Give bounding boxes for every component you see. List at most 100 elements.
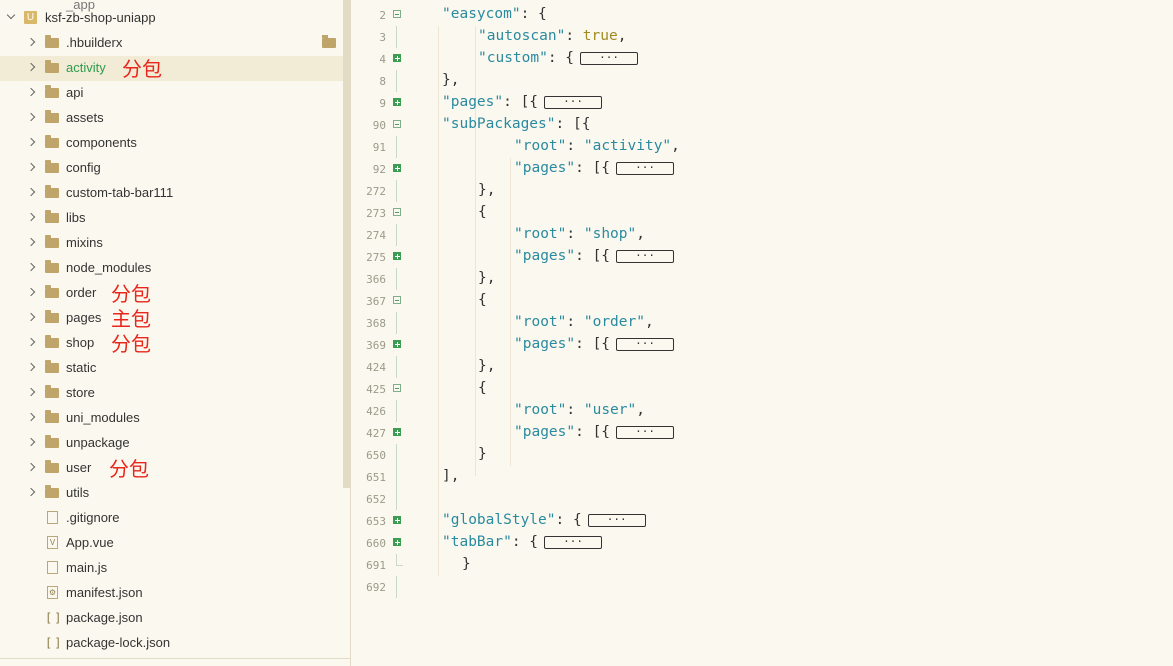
folded-code-button[interactable]: ··· — [544, 536, 603, 549]
folder-item-uni-modules[interactable]: uni_modules — [0, 406, 343, 431]
fold-expand-icon[interactable] — [393, 340, 401, 348]
tree-item-label: .gitignore — [66, 510, 120, 525]
fold-expand-icon[interactable] — [393, 516, 401, 524]
fold-expand-icon[interactable] — [393, 54, 401, 62]
file-item-app-vue[interactable]: V App.vue — [0, 531, 343, 556]
code-line[interactable]: 427 "pages": [{··· — [351, 422, 1173, 444]
explorer-scrollbar[interactable] — [343, 0, 350, 488]
code-line[interactable]: 691} — [351, 554, 1173, 576]
file-item-gitignore[interactable]: .gitignore — [0, 506, 343, 531]
code-line[interactable]: 650} — [351, 444, 1173, 466]
folded-code-button[interactable]: ··· — [616, 426, 675, 439]
code-line[interactable]: 275 "pages": [{··· — [351, 246, 1173, 268]
folder-item-activity[interactable]: activity 分包 — [0, 56, 343, 81]
folder-item-shop[interactable]: shop 分包 — [0, 331, 343, 356]
code-editor[interactable]: 2 "easycom": {3 "autoscan": true, 4 "custom"… — [351, 0, 1173, 666]
code-line[interactable]: 273 { — [351, 202, 1173, 224]
code-line[interactable]: 274 "root": "shop", — [351, 224, 1173, 246]
file-item-manifest-json[interactable]: ⚙ manifest.json — [0, 581, 343, 606]
code-line[interactable]: 425 { — [351, 378, 1173, 400]
folder-item-hbuilderx[interactable]: .hbuilderx — [0, 31, 343, 56]
chevron-right-icon[interactable] — [26, 87, 36, 97]
file-item-main-js[interactable]: main.js — [0, 556, 343, 581]
code-line[interactable]: 426 "root": "user", — [351, 400, 1173, 422]
fold-expand-icon[interactable] — [393, 252, 401, 260]
chevron-right-icon[interactable] — [26, 462, 36, 472]
fold-collapse-icon[interactable] — [393, 10, 401, 18]
folder-item-order[interactable]: order 分包 — [0, 281, 343, 306]
code-line[interactable]: 8}, — [351, 70, 1173, 92]
code-line[interactable]: 660 "tabBar": {··· — [351, 532, 1173, 554]
folder-item-libs[interactable]: libs — [0, 206, 343, 231]
code-line[interactable]: 90 "subPackages": [{ — [351, 114, 1173, 136]
folder-item-components[interactable]: components — [0, 131, 343, 156]
fold-expand-icon[interactable] — [393, 538, 401, 546]
code-line[interactable]: 653 "globalStyle": {··· — [351, 510, 1173, 532]
folded-code-button[interactable]: ··· — [616, 338, 675, 351]
chevron-right-icon[interactable] — [26, 362, 36, 372]
chevron-right-icon[interactable] — [26, 37, 36, 47]
chevron-right-icon[interactable] — [26, 437, 36, 447]
code-line[interactable]: 3 "autoscan": true, — [351, 26, 1173, 48]
code-line[interactable]: 2 "easycom": { — [351, 4, 1173, 26]
folder-item-static[interactable]: static — [0, 356, 343, 381]
chevron-right-icon[interactable] — [26, 162, 36, 172]
chevron-right-icon[interactable] — [26, 137, 36, 147]
code-line[interactable]: 91 "root": "activity", — [351, 136, 1173, 158]
open-folder-icon[interactable] — [322, 35, 336, 48]
fold-expand-icon[interactable] — [393, 98, 401, 106]
fold-collapse-icon[interactable] — [393, 296, 401, 304]
code-line[interactable]: 652 — [351, 488, 1173, 510]
fold-expand-icon[interactable] — [393, 164, 401, 172]
chevron-right-icon[interactable] — [26, 312, 36, 322]
folded-code-button[interactable]: ··· — [544, 96, 603, 109]
folder-item-mixins[interactable]: mixins — [0, 231, 343, 256]
code-line[interactable]: 692 — [351, 576, 1173, 598]
code-line[interactable]: 424}, — [351, 356, 1173, 378]
chevron-right-icon[interactable] — [26, 237, 36, 247]
fold-collapse-icon[interactable] — [393, 384, 401, 392]
folder-item-pages[interactable]: pages 主包 — [0, 306, 343, 331]
code-line[interactable]: 9 "pages": [{··· — [351, 92, 1173, 114]
chevron-right-icon[interactable] — [26, 112, 36, 122]
chevron-right-icon[interactable] — [26, 212, 36, 222]
fold-collapse-icon[interactable] — [393, 208, 401, 216]
code-line[interactable]: 368 "root": "order", — [351, 312, 1173, 334]
chevron-down-icon[interactable] — [6, 10, 16, 20]
folded-code-button[interactable]: ··· — [587, 514, 646, 527]
chevron-right-icon[interactable] — [26, 487, 36, 497]
fold-collapse-icon[interactable] — [393, 120, 401, 128]
folder-item-custom-tab-bar111[interactable]: custom-tab-bar111 — [0, 181, 343, 206]
code-line[interactable]: 369 "pages": [{··· — [351, 334, 1173, 356]
chevron-right-icon[interactable] — [26, 62, 36, 72]
folder-item-config[interactable]: config — [0, 156, 343, 181]
fold-expand-icon[interactable] — [393, 428, 401, 436]
code-line[interactable]: 4 "custom": {··· — [351, 48, 1173, 70]
project-root[interactable]: Uksf-zb-shop-uniapp — [0, 6, 343, 31]
code-line[interactable]: 367 { — [351, 290, 1173, 312]
chevron-right-icon[interactable] — [26, 387, 36, 397]
code-line[interactable]: 651], — [351, 466, 1173, 488]
line-number: 273 — [366, 207, 386, 220]
file-item-package-lock-json[interactable]: [] package-lock.json — [0, 631, 343, 656]
chevron-right-icon[interactable] — [26, 287, 36, 297]
folder-item-api[interactable]: api — [0, 81, 343, 106]
chevron-right-icon[interactable] — [26, 337, 36, 347]
folder-item-utils[interactable]: utils — [0, 481, 343, 506]
folder-item-node-modules[interactable]: node_modules — [0, 256, 343, 281]
file-item-package-json[interactable]: [] package.json — [0, 606, 343, 631]
folder-item-assets[interactable]: assets — [0, 106, 343, 131]
folder-item-store[interactable]: store — [0, 381, 343, 406]
folded-code-button[interactable]: ··· — [580, 52, 639, 65]
code-text: "autoscan": true, — [478, 28, 627, 44]
code-line[interactable]: 92 "pages": [{··· — [351, 158, 1173, 180]
chevron-right-icon[interactable] — [26, 412, 36, 422]
folded-code-button[interactable]: ··· — [616, 250, 675, 263]
folder-item-user[interactable]: user 分包 — [0, 456, 343, 481]
folder-item-unpackage[interactable]: unpackage — [0, 431, 343, 456]
code-line[interactable]: 272}, — [351, 180, 1173, 202]
chevron-right-icon[interactable] — [26, 262, 36, 272]
folded-code-button[interactable]: ··· — [616, 162, 675, 175]
code-line[interactable]: 366}, — [351, 268, 1173, 290]
chevron-right-icon[interactable] — [26, 187, 36, 197]
